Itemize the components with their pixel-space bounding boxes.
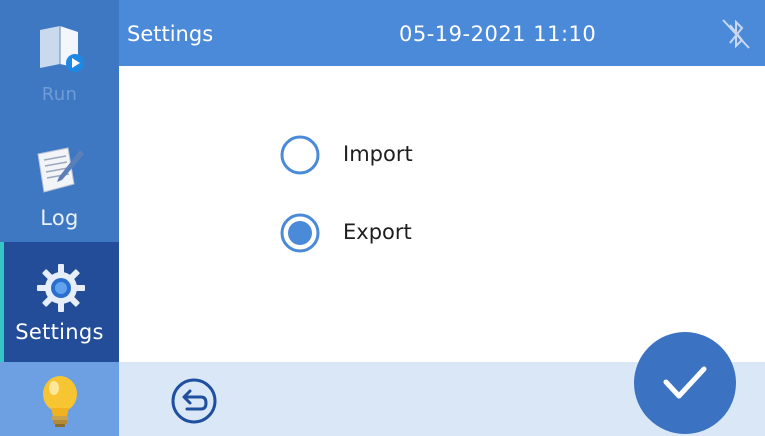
page-title: Settings [127,22,214,46]
sidebar-item-label: Run [41,84,78,105]
import-option[interactable]: Import [279,134,519,178]
sidebar-item-tips[interactable] [0,362,119,436]
radio-checked-icon[interactable] [279,212,321,254]
option-label: Import [343,142,413,166]
datetime-display: 05-19-2021 11:10 [399,22,597,46]
sidebar-item-label: Settings [15,320,104,344]
sidebar-item-run[interactable]: Run [0,0,119,120]
notepad-pen-icon [37,147,84,193]
radio-unchecked-icon[interactable] [279,134,321,176]
settings-screen: Run Log Settings Settings 05-19-2021 11:… [0,0,765,436]
sidebar: Run Log Settings [0,0,119,436]
sidebar-item-log[interactable]: Log [0,120,119,242]
sidebar-item-settings[interactable]: Settings [0,242,119,362]
main-content: Import Export [119,66,765,362]
checkmark-icon [663,366,707,399]
bluetooth-icon [722,19,750,49]
gear-icon [37,264,85,312]
export-option[interactable]: Export [279,212,519,256]
option-label: Export [343,220,412,244]
sidebar-item-label: Log [40,206,79,230]
lightbulb-icon [43,376,77,427]
back-arrow-icon[interactable] [169,376,219,426]
header-bar: Settings 05-19-2021 11:10 [119,0,765,66]
book-play-icon [40,26,84,72]
confirm-button[interactable] [634,332,736,434]
